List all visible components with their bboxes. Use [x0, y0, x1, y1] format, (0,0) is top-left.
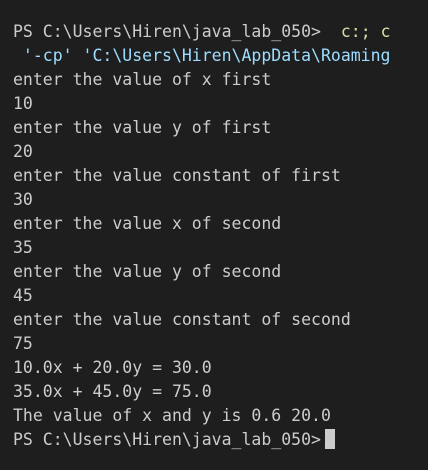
output-line: The value of x and y is 0.6 20.0: [13, 406, 331, 425]
output-line: 45: [13, 286, 33, 305]
final-prompt-text: PS C:\Users\Hiren\java_lab_050>: [13, 430, 321, 449]
terminal-panel[interactable]: PS C:\Users\Hiren\java_lab_050> c:; c '-…: [0, 0, 428, 470]
command-line: PS C:\Users\Hiren\java_lab_050> c:; c: [0, 20, 428, 44]
output-line: 35.0x + 45.0y = 75.0: [13, 382, 212, 401]
prompt-text: PS C:\Users\Hiren\java_lab_050>: [13, 22, 321, 41]
command-text: c:; c: [340, 22, 391, 41]
output-line: 75: [13, 334, 33, 353]
output-line: enter the value x of second: [13, 214, 282, 233]
output-line: enter the value constant of second: [13, 310, 351, 329]
output-line: enter the value y of second: [13, 262, 282, 281]
output-line: 10.0x + 20.0y = 30.0: [13, 358, 212, 377]
terminal-cursor: [324, 429, 335, 449]
command-continuation: '-cp' 'C:\Users\Hiren\AppData\Roaming: [13, 46, 391, 65]
output-line: 20: [13, 142, 33, 161]
output-line: enter the value y of first: [13, 118, 272, 137]
output-line: 35: [13, 238, 33, 257]
output-line: 10: [13, 94, 33, 113]
output-line: enter the value constant of first: [13, 166, 341, 185]
output-line: enter the value of x first: [13, 70, 272, 89]
output-line: 30: [13, 190, 33, 209]
final-prompt-line[interactable]: PS C:\Users\Hiren\java_lab_050>: [0, 428, 428, 452]
